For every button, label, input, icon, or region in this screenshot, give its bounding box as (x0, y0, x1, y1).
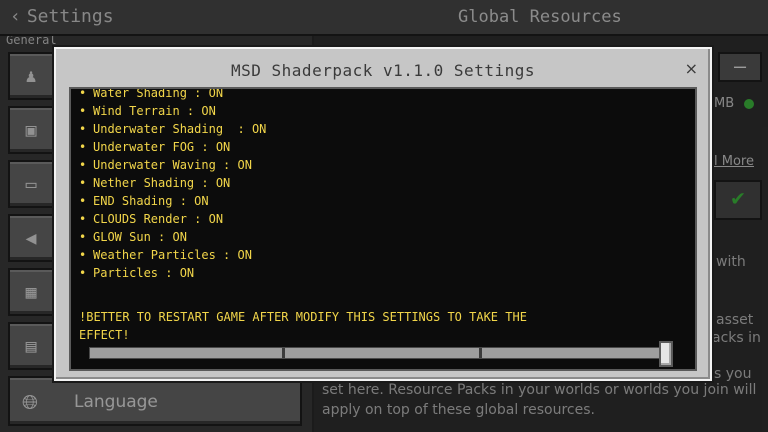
options-list: • Water Shading : ON • Wind Terrain : ON •… (79, 89, 266, 282)
shader-settings-dialog: MSD Shaderpack v1.1.0 Settings × • Water … (54, 47, 712, 381)
scroll-slider[interactable] (89, 341, 679, 367)
option-particles[interactable]: • Particles : ON (79, 264, 266, 282)
slider-handle[interactable] (659, 341, 673, 367)
option-underwater-fog[interactable]: • Underwater FOG : ON (79, 138, 266, 156)
option-underwater-waving[interactable]: • Underwater Waving : ON (79, 156, 266, 174)
option-water-shading[interactable]: • Water Shading : ON (79, 89, 266, 102)
option-nether-shading[interactable]: • Nether Shading : ON (79, 174, 266, 192)
option-underwater-shading[interactable]: • Underwater Shading : ON (79, 120, 266, 138)
option-weather-particles[interactable]: • Weather Particles : ON (79, 246, 266, 264)
dialog-title: MSD Shaderpack v1.1.0 Settings (231, 61, 535, 80)
restart-warning: !BETTER TO RESTART GAME AFTER MODIFY THI… (79, 310, 527, 342)
slider-track[interactable] (89, 347, 669, 359)
option-wind-terrain[interactable]: • Wind Terrain : ON (79, 102, 266, 120)
settings-content: • Water Shading : ON • Wind Terrain : ON •… (69, 87, 697, 371)
option-clouds-render[interactable]: • CLOUDS Render : ON (79, 210, 266, 228)
slider-tick (479, 348, 482, 358)
option-glow-sun[interactable]: • GLOW Sun : ON (79, 228, 266, 246)
option-end-shading[interactable]: • END Shading : ON (79, 192, 266, 210)
slider-tick (282, 348, 285, 358)
close-icon[interactable]: × (685, 59, 698, 78)
